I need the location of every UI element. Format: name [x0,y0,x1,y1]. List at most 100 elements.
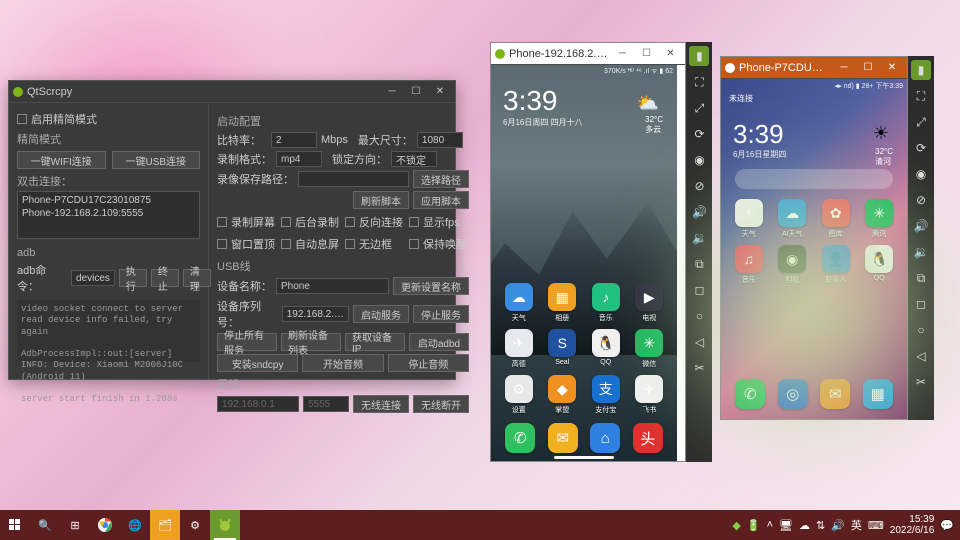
phone1-screen[interactable]: 370K/s ᴴᴰ ⁴⁶ .ıl ᯤ ▮ 62 3:39 6月16日周四 四月十… [491,65,677,461]
app-天气[interactable]: ☁天气 [499,283,539,323]
app-QQ[interactable]: 🐧QQ [586,329,626,369]
bitrate-input[interactable]: 2 [271,132,317,148]
recpath-input[interactable] [298,171,409,187]
app-dock[interactable]: ◎ [778,379,808,409]
sidebar-circle-button[interactable]: ○ [911,320,931,340]
start-service-button[interactable]: 启动服务 [353,305,409,323]
device-list-item[interactable]: Phone-192.168.2.109:5555 [22,207,195,220]
refresh-dev-button[interactable]: 刷新设备列表 [281,333,341,351]
device-list[interactable]: Phone-P7CDU17C23010875 Phone-192.168.2.1… [17,191,200,239]
sidebar-square-button[interactable]: ◻ [689,280,709,300]
stop-audio-button[interactable]: 停止音频 [388,354,469,372]
sidebar-back-button[interactable]: ◁ [689,332,709,352]
refresh-script-button[interactable]: 刷新脚本 [353,191,409,209]
tray-monitor-icon[interactable]: 🖥 [779,519,793,532]
update-name-button[interactable]: 更新设置名称 [393,277,469,295]
app-Seal[interactable]: SSeal [543,329,583,369]
device-list-item[interactable]: Phone-P7CDU17C23010875 [22,194,195,207]
chk-keepawake[interactable]: 保持唤醒 [409,236,469,252]
app-音乐[interactable]: ♫音乐 [729,245,769,285]
devname-input[interactable]: Phone [276,278,389,294]
phone1-close-button[interactable]: ✕ [659,45,681,63]
app-QQ[interactable]: 🐧QQ [860,245,900,285]
maxsize-input[interactable]: 1080 [417,132,463,148]
chk-reverse[interactable]: 反向连接 [345,214,405,230]
wl-connect-button[interactable]: 无线连接 [353,395,409,413]
wl-disconnect-button[interactable]: 无线断开 [413,395,469,413]
chk-autooff[interactable]: 自动息屏 [281,236,341,252]
app-图库[interactable]: ✿图库 [816,199,856,239]
taskbar-clock[interactable]: 15:39 2022/6/16 [890,514,935,536]
phone2-max-button[interactable]: ☐ [857,59,879,77]
sidebar-eye-button[interactable]: ◉ [911,164,931,184]
search-button[interactable]: 🔍 [30,510,60,540]
sidebar-expand-button[interactable]: ⤢ [689,98,709,118]
start-adbd-button[interactable]: 启动adbd [409,333,469,351]
tray-cloud-icon[interactable]: ☁ [799,519,810,532]
tray-wifi-icon[interactable]: ⇅ [816,519,825,532]
start-audio-button[interactable]: 开始音频 [302,354,383,372]
adb-cmd-input[interactable]: devices [71,270,115,286]
tray-chevron-icon[interactable]: ˄ [767,519,773,531]
sidebar-back-button[interactable]: ◁ [911,346,931,366]
enable-simple-mode-checkbox[interactable]: 启用精简模式 [17,111,200,127]
phone2-min-button[interactable]: ─ [833,59,855,77]
install-sndcpy-button[interactable]: 安装sndcpy [217,354,298,372]
phone1-min-button[interactable]: ─ [611,45,633,63]
app-飞书[interactable]: ✈飞书 [630,375,670,415]
app-dock[interactable]: ✆ [735,379,765,409]
home-indicator[interactable] [554,456,614,459]
serial-select[interactable]: 192.168.2.… [282,306,349,322]
chk-bg-record[interactable]: 后台录制 [281,214,341,230]
explorer-taskbar-icon[interactable]: 🗂 [150,510,180,540]
tray-keyboard-icon[interactable]: ⌨ [868,519,884,532]
app-dock[interactable]: ✉ [820,379,850,409]
choose-path-button[interactable]: 选择路径 [413,170,469,188]
adb-clear-button[interactable]: 清理 [183,269,211,287]
app-相机[interactable]: ◉相机 [773,245,813,285]
sidebar-vol-up-button[interactable]: 🔊 [689,202,709,222]
chk-borderless[interactable]: 无边框 [345,236,405,252]
adb-stop-button[interactable]: 终止 [151,269,179,287]
phone2-search[interactable] [735,169,893,189]
app-AI天气[interactable]: ☁AI天气 [773,199,813,239]
minimize-button[interactable]: ─ [381,83,403,101]
app-dock[interactable]: 头 [633,423,663,453]
apply-script-button[interactable]: 应用脚本 [413,191,469,209]
stop-all-button[interactable]: 停止所有服务 [217,333,277,351]
phone1-titlebar[interactable]: Phone-192.168.2.… ─ ☐ ✕ [491,43,685,65]
edge-taskbar-icon[interactable]: 🌐 [120,510,150,540]
qt-titlebar[interactable]: QtScrcpy ─ ☐ ✕ [9,81,455,103]
app-设置[interactable]: ⚙设置 [499,375,539,415]
sidebar-copy-button[interactable]: ⧉ [911,268,931,288]
sidebar-no-eye-button[interactable]: ⊘ [911,190,931,210]
tray-battery-icon[interactable]: 🔋 [747,519,761,532]
recfmt-select[interactable]: mp4 [276,151,322,167]
start-button[interactable] [0,510,30,540]
phone2-screen[interactable]: ◂▸ nd) ▮ 28+ 下午3:39 未连接 3:39 6月16日星期四 ☀ … [721,79,907,419]
sidebar-no-eye-button[interactable]: ⊘ [689,176,709,196]
phone2-close-button[interactable]: ✕ [881,59,903,77]
wl-ip-input[interactable]: 192.168.0.1 [217,396,299,412]
app-dock[interactable]: ▦ [863,379,893,409]
app-电视[interactable]: ▶电视 [630,283,670,323]
sidebar-eye-button[interactable]: ◉ [689,150,709,170]
sidebar-rotate-button[interactable]: ⟳ [911,138,931,158]
chk-record[interactable]: 录制屏幕 [217,214,277,230]
taskview-button[interactable]: ⊞ [60,510,90,540]
sidebar-vol-down-button[interactable]: 🔉 [689,228,709,248]
sidebar-square-button[interactable]: ◻ [911,294,931,314]
app-支付宝[interactable]: 支支付宝 [586,375,626,415]
sidebar-screen-icon[interactable]: ▮ [911,60,931,80]
sidebar-vol-down-button[interactable]: 🔉 [911,242,931,262]
phone1-max-button[interactable]: ☐ [635,45,657,63]
sidebar-circle-button[interactable]: ○ [689,306,709,326]
close-button[interactable]: ✕ [429,83,451,101]
app-腾讯[interactable]: ✳腾讯 [860,199,900,239]
tray-android-icon[interactable]: ◆ [732,519,740,532]
sidebar-fullscreen-button[interactable]: ⛶ [911,86,931,106]
phone2-titlebar[interactable]: Phone-P7CDU… ─ ☐ ✕ [721,57,907,79]
sidebar-scissors-button[interactable]: ✂ [911,372,931,392]
chrome-taskbar-icon[interactable] [90,510,120,540]
sidebar-screen-icon[interactable]: ▮ [689,46,709,66]
